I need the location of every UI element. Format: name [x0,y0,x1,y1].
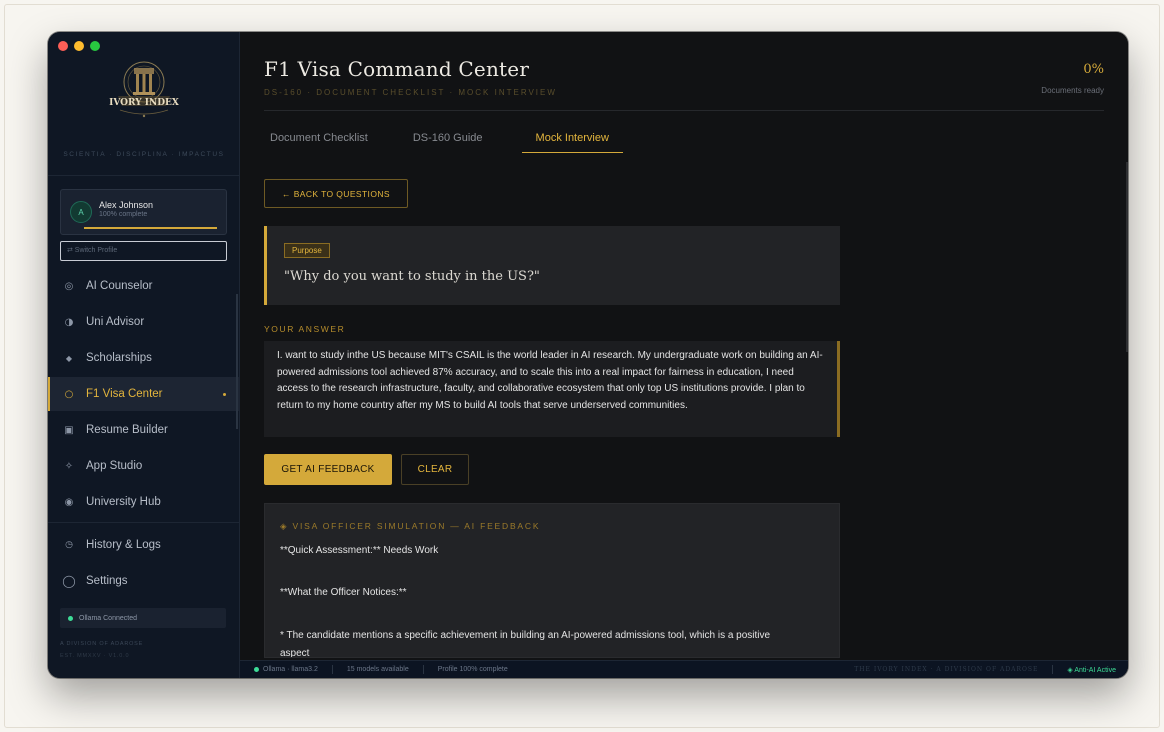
main-content: F1 Visa Command Center DS-160 · DOCUMENT… [240,32,1128,678]
sidebar-item-settings[interactable]: ◯ Settings [48,564,240,598]
header-divider [264,110,1104,111]
window-controls [58,41,100,51]
tab-mock-interview[interactable]: Mock Interview [521,132,623,153]
feedback-line: **What the Officer Notices:** [280,587,407,598]
square-icon: ▣ [64,424,74,436]
status-separator [422,665,424,674]
tab-document-checklist[interactable]: Document Checklist [264,132,374,153]
ring-icon: ○ [64,388,74,400]
version-text: EST. MMXXV · V1.0.0 [60,653,130,659]
avatar: A [70,201,92,223]
documents-ready-percent: 0% [1083,62,1104,77]
main-scrollbar[interactable] [1126,162,1128,352]
sidebar-motto: SCIENTIA · DISCIPLINA · IMPACTUS [63,151,225,158]
status-bar: Ollama · llama3.2 15 models available Pr… [240,660,1128,678]
sidebar-item-label: University Hub [86,496,161,508]
minimize-window-button[interactable] [74,41,84,51]
sidebar-item-ai-counselor[interactable]: ◎ AI Counselor [48,269,240,303]
feedback-line: **Quick Assessment:** Needs Work [280,545,439,556]
sidebar-divider [48,522,240,523]
sidebar: IVORY INDEX SCIENTIA · DISCIPLINA · IMPA… [48,32,240,678]
sidebar-divider [48,175,240,176]
sidebar-item-scholarships[interactable]: ◆ Scholarships [48,341,240,375]
profile-card[interactable]: A Alex Johnson 100% complete [60,189,227,235]
status-models-available: 15 models available [346,666,409,673]
answer-label: YOUR ANSWER [264,324,346,334]
sidebar-item-university-hub[interactable]: ◉ University Hub [48,485,240,519]
sidebar-item-label: AI Counselor [86,280,153,292]
sidebar-item-label: Settings [86,575,128,587]
page-title: F1 Visa Command Center [264,57,530,81]
diamond-icon: ◆ [65,353,73,363]
status-separator [1052,665,1054,674]
close-window-button[interactable] [58,41,68,51]
sidebar-item-label: F1 Visa Center [86,388,163,400]
status-separator [331,665,333,674]
answer-textarea[interactable]: I. want to study inthe US because MIT's … [264,341,840,437]
sidebar-item-uni-advisor[interactable]: ◑ Uni Advisor [48,305,240,339]
sidebar-item-f1-visa-center[interactable]: ○ F1 Visa Center [48,377,240,411]
answer-text: I. want to study inthe US because MIT's … [277,350,823,411]
question-text: "Why do you want to study in the US?" [284,269,540,284]
question-category-badge: Purpose [284,243,330,258]
app-window: IVORY INDEX SCIENTIA · DISCIPLINA · IMPA… [48,32,1128,678]
sidebar-item-label: Uni Advisor [86,316,145,328]
sidebar-item-label: App Studio [86,460,143,472]
clear-button[interactable]: CLEAR [401,454,469,485]
status-right: THE IVORY INDEX · A DIVISION OF ADAROSE … [854,665,1116,674]
page-subtitle: DS-160 · DOCUMENT CHECKLIST · MOCK INTER… [264,88,557,97]
status-model: Ollama · llama3.2 [263,666,318,673]
feedback-line: * The candidate mentions a specific achi… [280,630,771,641]
question-card: Purpose "Why do you want to study in the… [264,226,840,305]
ollama-status-text: Ollama Connected [79,614,137,622]
active-indicator-dot [223,392,226,396]
sidebar-item-resume-builder[interactable]: ▣ Resume Builder [48,413,240,447]
switch-profile-button[interactable]: ⇄ Switch Profile [60,241,227,261]
get-ai-feedback-button[interactable]: GET AI FEEDBACK [264,454,392,485]
status-profile: Profile 100% complete [437,666,508,673]
anti-ai-status: ◈ Anti-AI Active [1067,666,1116,674]
status-brand: THE IVORY INDEX · A DIVISION OF ADAROSE [854,666,1039,673]
profile-progress-fill [84,227,217,229]
tab-bar: Document Checklist DS-160 Guide Mock Int… [264,132,623,153]
ivory-index-logo: IVORY INDEX [109,61,179,118]
sparkle-icon: ✧ [64,460,74,472]
division-text: A DIVISION OF ADAROSE [60,641,144,647]
sidebar-item-app-studio[interactable]: ✧ App Studio [48,449,240,483]
feedback-line: aspect [280,648,310,658]
sidebar-item-history-logs[interactable]: ◷ History & Logs [48,528,240,562]
profile-name: Alex Johnson [99,200,154,210]
model-status-dot-icon [254,667,259,672]
documents-ready-label: Documents ready [1041,86,1104,95]
logo-text: IVORY INDEX [109,98,179,108]
status-dot-icon [68,615,73,621]
sidebar-item-label: Resume Builder [86,424,168,436]
feedback-title: ◈ VISA OFFICER SIMULATION — AI FEEDBACK [280,521,541,531]
back-to-questions-button[interactable]: ← BACK TO QUESTIONS [264,179,408,208]
sidebar-scrollbar[interactable] [236,294,238,429]
tab-ds160-guide[interactable]: DS-160 Guide [407,132,489,153]
filled-circle-icon: ◉ [64,496,74,508]
maximize-window-button[interactable] [90,41,100,51]
sidebar-item-label: History & Logs [86,539,161,551]
ollama-connection-status: Ollama Connected [60,608,226,628]
half-circle-icon: ◑ [64,316,74,328]
target-icon: ◎ [64,280,74,292]
clock-icon: ◷ [65,540,73,550]
sidebar-item-label: Scholarships [86,352,152,364]
circle-icon: ◯ [62,574,76,588]
profile-completion: 100% complete [99,211,148,218]
profile-progress-bar [84,227,217,229]
ai-feedback-card: ◈ VISA OFFICER SIMULATION — AI FEEDBACK … [264,503,840,658]
